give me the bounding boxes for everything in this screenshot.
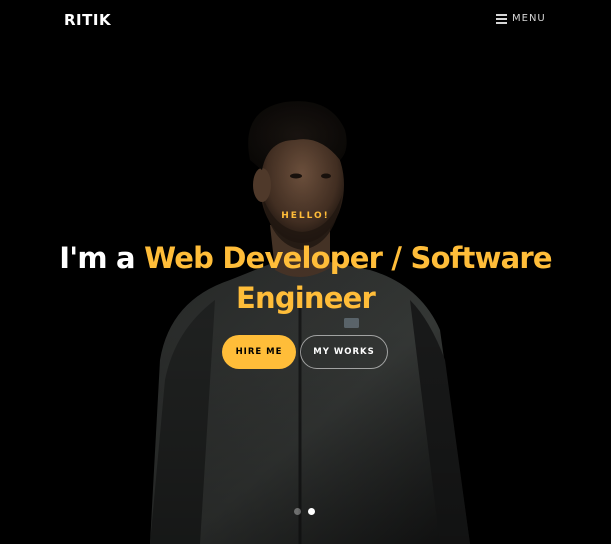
carousel-dots [294,508,315,515]
carousel-dot-2[interactable] [308,508,315,515]
headline-prefix: I'm a [59,241,145,275]
site-logo[interactable]: RITIK [64,11,111,29]
navbar: RITIK MENU [0,0,611,42]
my-works-button[interactable]: MY WORKS [300,335,388,369]
hire-me-button[interactable]: HIRE ME [222,335,296,369]
carousel-dot-1[interactable] [294,508,301,515]
hamburger-icon [496,14,507,24]
headline-accent: Web Developer / Software Engineer [144,241,552,315]
hero-kicker: HELLO! [281,211,330,221]
menu-label: MENU [512,13,546,24]
hero-headline: I'm a Web Developer / Software Engineer [0,238,611,318]
menu-button[interactable]: MENU [496,13,546,24]
hero-section: RITIK MENU HELLO! I'm a Web Developer / … [0,0,611,544]
